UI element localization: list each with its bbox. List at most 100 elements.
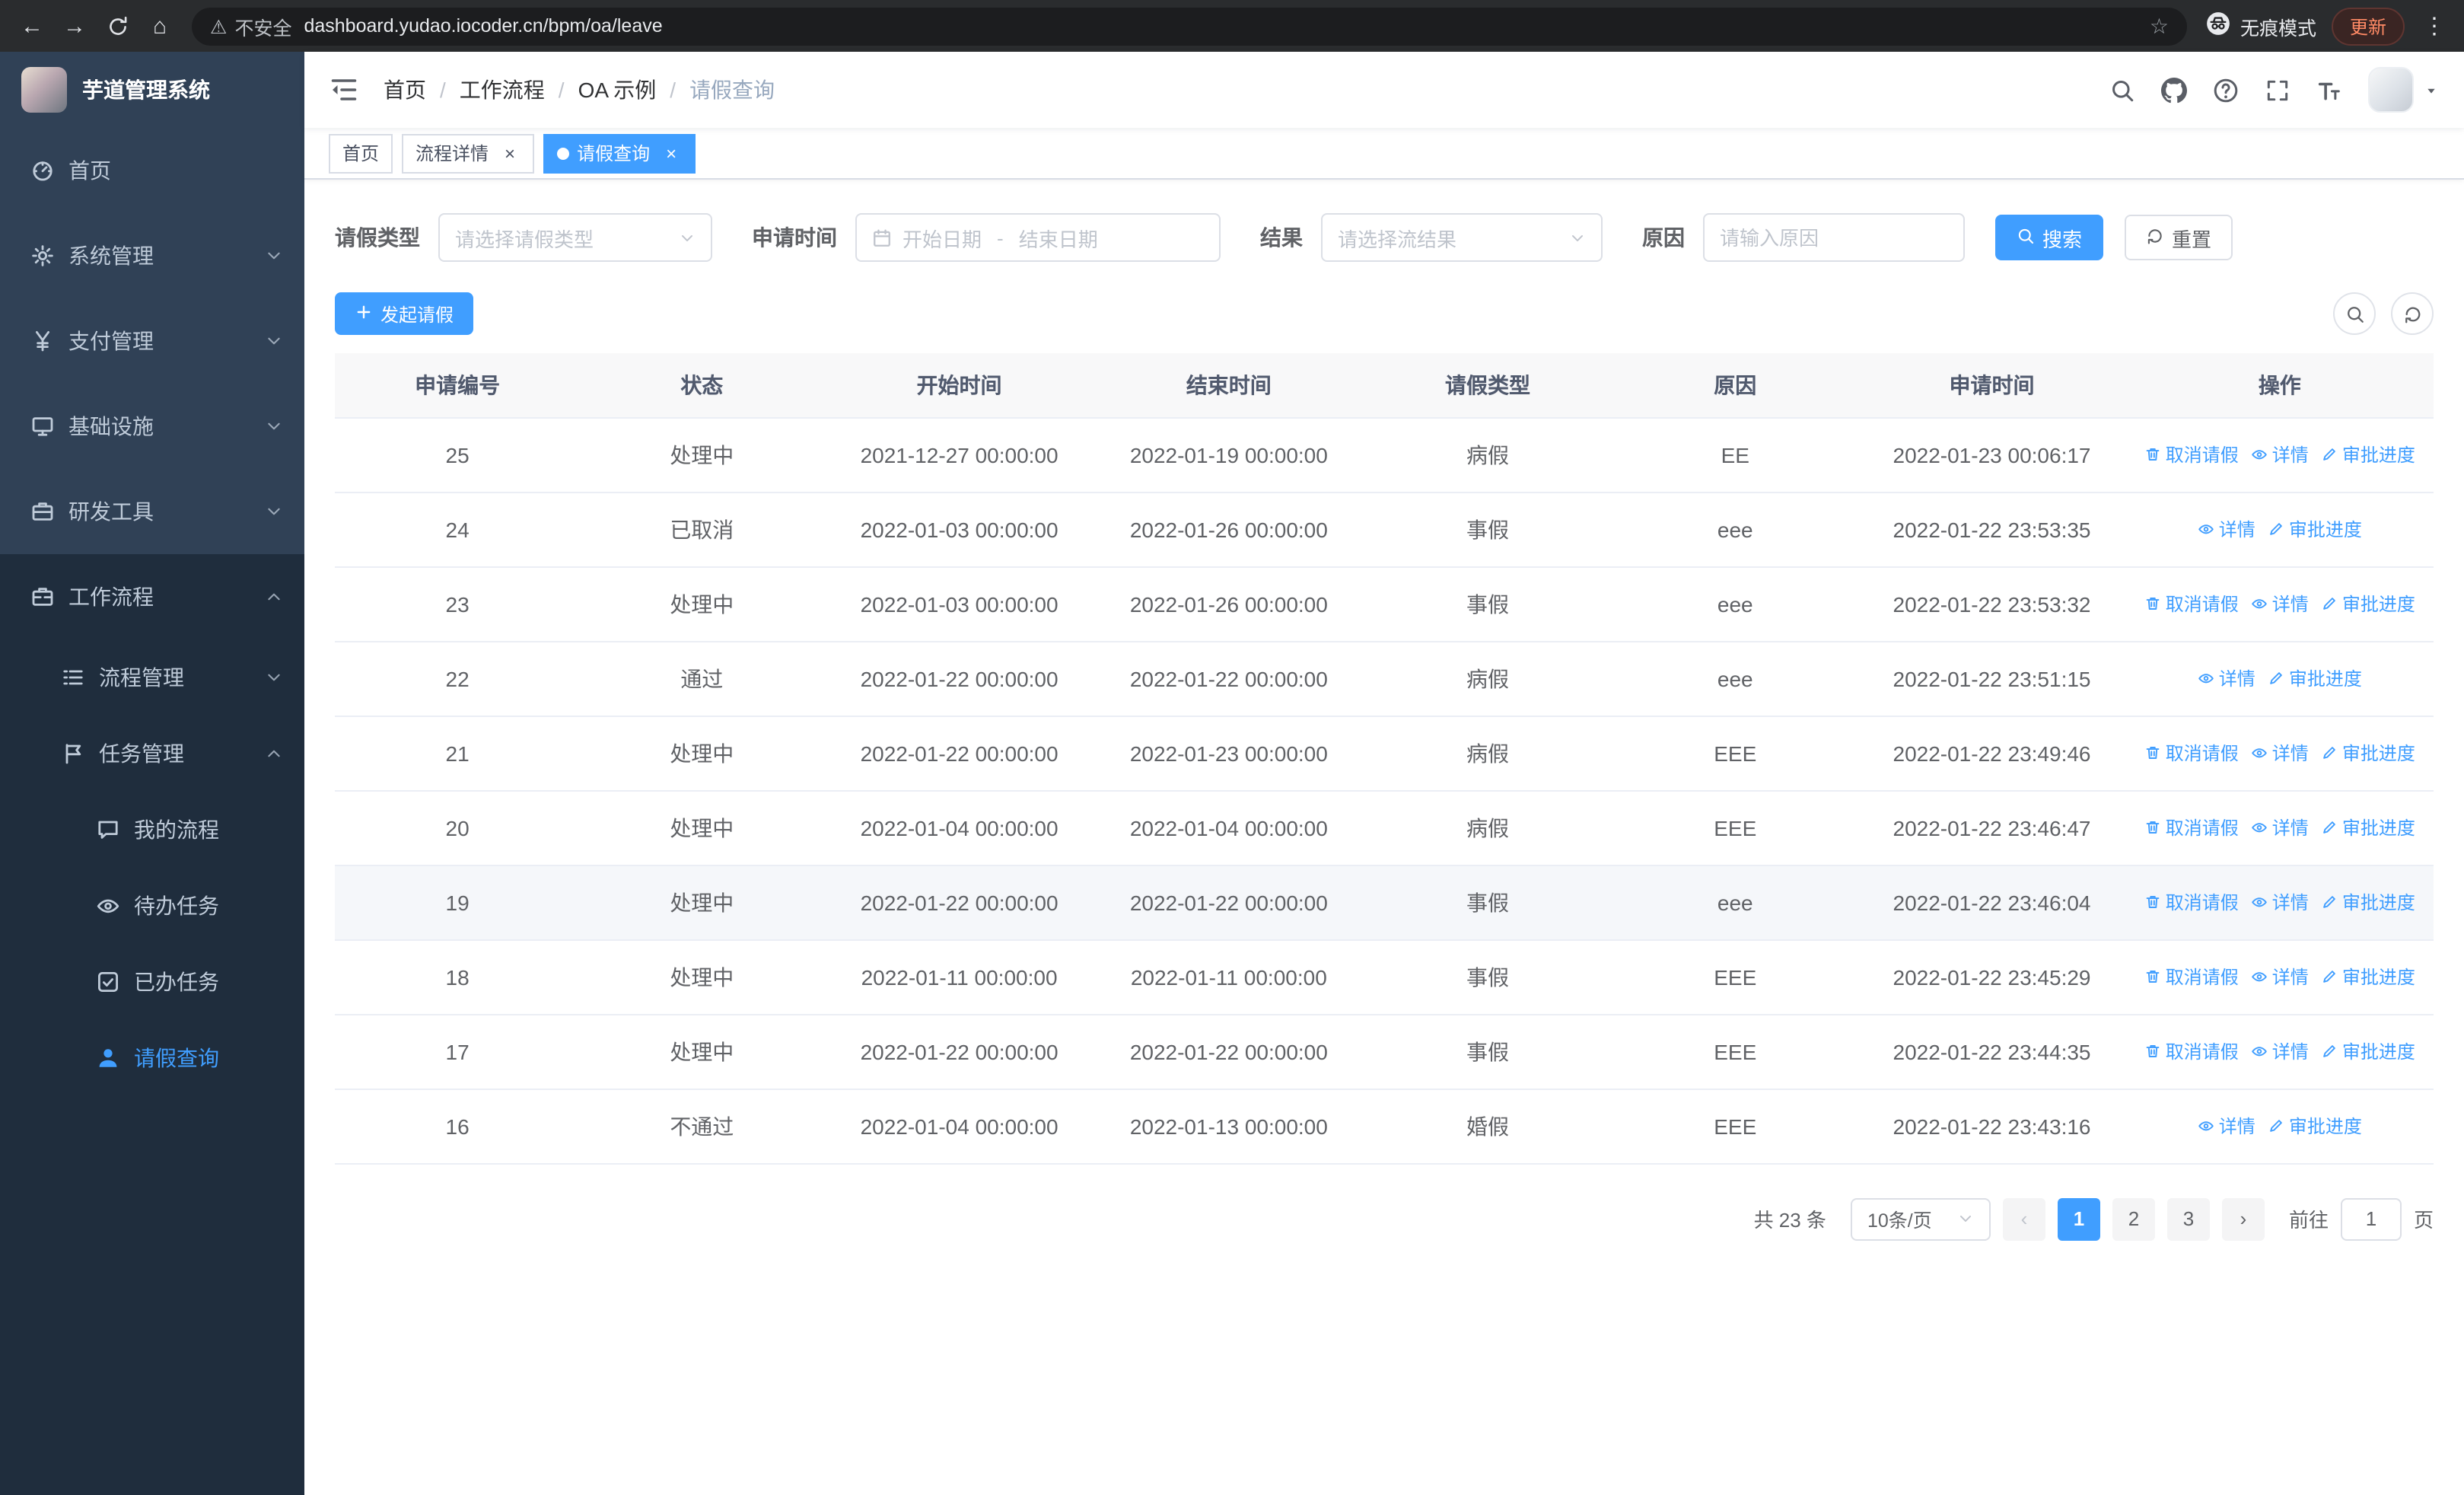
action-cancel-link[interactable]: 取消请假 [2144, 591, 2239, 617]
font-size-icon[interactable] [2316, 77, 2342, 103]
action-progress-link[interactable]: 审批进度 [2321, 591, 2415, 617]
action-progress-link[interactable]: 审批进度 [2268, 665, 2362, 691]
app-root: ← → ⌂ ⚠ 不安全 dashboard.yudao.iocoder.cn/b… [0, 0, 2464, 1495]
bookmark-star-icon[interactable]: ☆ [2150, 13, 2169, 39]
action-progress-link[interactable]: 审批进度 [2321, 1038, 2415, 1064]
cell-reason: EEE [1612, 939, 1858, 1015]
action-detail-link[interactable]: 详情 [2251, 889, 2309, 915]
goto-page-input[interactable] [2340, 1197, 2402, 1240]
sidebar-item-devtools[interactable]: 研发工具 [0, 469, 304, 554]
apply-time-range-picker[interactable]: 开始日期 - 结束日期 [855, 213, 1221, 262]
breadcrumb-item[interactable]: 工作流程 [460, 75, 545, 105]
browser-reload-icon[interactable] [97, 6, 137, 46]
action-cancel-link[interactable]: 取消请假 [2144, 740, 2239, 766]
app-logo[interactable]: 芋道管理系统 [0, 52, 304, 128]
tab-close-icon[interactable]: × [661, 142, 682, 164]
tab-close-icon[interactable]: × [499, 142, 520, 164]
sidebar-item-infrastructure[interactable]: 基础设施 [0, 384, 304, 469]
breadcrumb-item[interactable]: 首页 [384, 75, 426, 105]
tab-leave-query[interactable]: 请假查询 × [543, 133, 696, 173]
sidebar-toggle-icon[interactable] [329, 75, 359, 105]
github-icon[interactable] [2161, 77, 2187, 103]
sidebar-item-todo-tasks[interactable]: 待办任务 [0, 868, 304, 944]
action-detail-link[interactable]: 详情 [2198, 516, 2255, 542]
browser-forward-icon[interactable]: → [55, 6, 94, 46]
leave-type-select[interactable]: 请选择请假类型 [438, 213, 712, 262]
browser-update-button[interactable]: 更新 [2331, 7, 2405, 45]
toggle-search-button[interactable] [2333, 292, 2376, 335]
reset-button[interactable]: 重置 [2125, 215, 2233, 260]
reason-input[interactable] [1703, 213, 1965, 262]
action-cancel-link[interactable]: 取消请假 [2144, 814, 2239, 840]
breadcrumb-item[interactable]: OA 示例 [578, 75, 657, 105]
action-progress-link[interactable]: 审批进度 [2321, 441, 2415, 467]
cell-reason: eee [1612, 865, 1858, 940]
table-header-row: 申请编号 状态 开始时间 结束时间 请假类型 原因 申请时间 操作 [335, 353, 2434, 418]
table-row: 19 处理中 2022-01-22 00:00:00 2022-01-22 00:00… [335, 865, 2434, 940]
browser-menu-icon[interactable]: ⋮ [2423, 12, 2446, 40]
pagination: 共 23 条 10条/页 ‹ 123 › 前往 页 [335, 1197, 2434, 1240]
action-detail-link[interactable]: 详情 [2251, 1038, 2309, 1064]
search-button[interactable]: 搜索 [1995, 215, 2104, 260]
sidebar-item-payment[interactable]: 支付管理 [0, 298, 304, 384]
page-1-button[interactable]: 1 [2057, 1197, 2100, 1240]
action-progress-link[interactable]: 审批进度 [2321, 964, 2415, 990]
tab-process-detail[interactable]: 流程详情 × [402, 133, 535, 173]
page-2-button[interactable]: 2 [2112, 1197, 2155, 1240]
security-warning[interactable]: ⚠ 不安全 [210, 11, 291, 40]
result-select[interactable]: 请选择流结果 [1321, 213, 1603, 262]
cell-id: 25 [335, 417, 581, 492]
cell-status: 处理中 [580, 939, 824, 1015]
column-header: 请假类型 [1362, 353, 1613, 418]
sidebar-item-workflow[interactable]: 工作流程 [0, 554, 304, 639]
action-cancel-link[interactable]: 取消请假 [2144, 964, 2239, 990]
create-leave-button[interactable]: 发起请假 [335, 292, 474, 335]
next-page-button[interactable]: › [2221, 1197, 2265, 1240]
sidebar-item-leave-query[interactable]: 请假查询 [0, 1020, 304, 1096]
eye-icon [2251, 819, 2268, 836]
action-detail-link[interactable]: 详情 [2198, 665, 2255, 691]
action-detail-link[interactable]: 详情 [2251, 814, 2309, 840]
action-detail-link[interactable]: 详情 [2251, 740, 2309, 766]
action-progress-link[interactable]: 审批进度 [2268, 516, 2362, 542]
action-cancel-link[interactable]: 取消请假 [2144, 441, 2239, 467]
action-detail-link[interactable]: 详情 [2251, 591, 2309, 617]
user-avatar-dropdown[interactable] [2368, 67, 2440, 113]
refresh-table-button[interactable] [2391, 292, 2434, 335]
action-progress-link[interactable]: 审批进度 [2321, 740, 2415, 766]
header-search-icon[interactable] [2109, 77, 2135, 103]
cell-start: 2022-01-04 00:00:00 [823, 1089, 1095, 1164]
page-size-select[interactable]: 10条/页 [1850, 1197, 1991, 1240]
action-detail-link[interactable]: 详情 [2198, 1113, 2255, 1139]
prev-page-button[interactable]: ‹ [2002, 1197, 2045, 1240]
action-detail-link[interactable]: 详情 [2251, 964, 2309, 990]
sidebar-item-system[interactable]: 系统管理 [0, 213, 304, 298]
page-3-button[interactable]: 3 [2166, 1197, 2210, 1240]
cell-start: 2022-01-22 00:00:00 [823, 1014, 1095, 1089]
sidebar-item-label: 流程管理 [99, 665, 184, 690]
plus-icon [355, 302, 373, 325]
action-detail-link[interactable]: 详情 [2251, 441, 2309, 467]
table-row: 16 不通过 2022-01-04 00:00:00 2022-01-13 00:00… [335, 1089, 2434, 1164]
help-icon[interactable] [2213, 77, 2239, 103]
sidebar-item-label: 任务管理 [99, 741, 184, 766]
fullscreen-icon[interactable] [2265, 77, 2291, 103]
cell-end: 2022-01-11 00:00:00 [1094, 939, 1363, 1015]
action-progress-link[interactable]: 审批进度 [2268, 1113, 2362, 1139]
action-cancel-link[interactable]: 取消请假 [2144, 889, 2239, 915]
sidebar-item-process-management[interactable]: 流程管理 [0, 639, 304, 716]
cell-apply_time: 2022-01-22 23:53:35 [1858, 492, 2126, 567]
action-cancel-link[interactable]: 取消请假 [2144, 1038, 2239, 1064]
sidebar-item-task-management[interactable]: 任务管理 [0, 716, 304, 792]
cell-actions: 详情 审批进度 [2125, 1089, 2434, 1164]
action-progress-link[interactable]: 审批进度 [2321, 814, 2415, 840]
tab-home[interactable]: 首页 [329, 133, 393, 173]
sidebar-item-home[interactable]: 首页 [0, 128, 304, 213]
browser-home-icon[interactable]: ⌂ [140, 6, 180, 46]
sidebar-item-done-tasks[interactable]: 已办任务 [0, 944, 304, 1020]
cell-reason: eee [1612, 492, 1858, 567]
address-bar[interactable]: ⚠ 不安全 dashboard.yudao.iocoder.cn/bpm/oa/… [192, 7, 2187, 45]
browser-back-icon[interactable]: ← [12, 6, 52, 46]
action-progress-link[interactable]: 审批进度 [2321, 889, 2415, 915]
sidebar-item-my-process[interactable]: 我的流程 [0, 792, 304, 868]
